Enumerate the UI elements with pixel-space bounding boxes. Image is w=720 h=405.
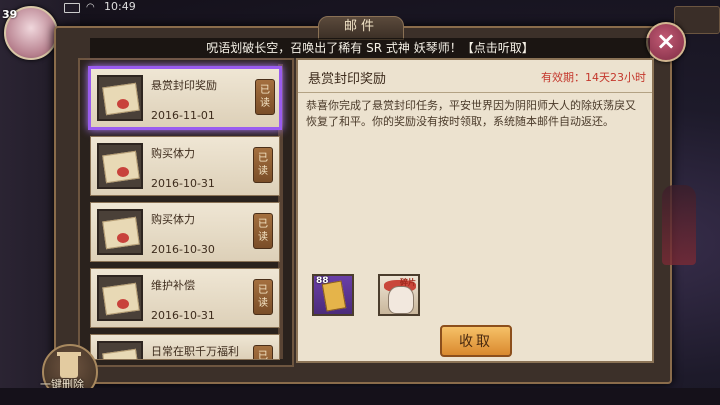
- trash-icon: [60, 356, 78, 378]
- mail-item[interactable]: 日常在职千万福利 已读: [90, 334, 280, 360]
- status-time: 10:49: [104, 0, 136, 13]
- detail-header: 悬赏封印奖励 有效期：14天23小时: [298, 60, 652, 93]
- detail-body: 恭喜你完成了悬赏封印任务，平安世界因为阴阳师大人的除妖荡戾又恢复了和平。你的奖励…: [306, 99, 636, 128]
- mail-item-title: 购买体力: [151, 147, 195, 160]
- read-tag: 已读: [253, 213, 273, 249]
- mail-item[interactable]: 维护补偿 2016-10-31 已读: [90, 268, 280, 328]
- envelope-icon: [97, 341, 143, 359]
- read-tag: 已读: [253, 345, 273, 359]
- reward-shikigami-icon[interactable]: 碎片: [378, 274, 420, 316]
- close-icon: ×: [655, 27, 677, 55]
- battery-icon: [64, 3, 80, 13]
- mail-item-date: 2016-10-30: [151, 243, 215, 256]
- wifi-icon: ◠: [86, 2, 95, 13]
- mail-item-title: 维护补偿: [151, 279, 195, 292]
- reward-badge: 碎片: [400, 278, 416, 287]
- window-title: 邮件: [318, 16, 404, 40]
- expiry-text: 有效期：14天23小时: [541, 71, 646, 84]
- read-tag: 已读: [253, 279, 273, 315]
- mail-item-title: 日常在职千万福利: [151, 345, 239, 358]
- mail-item-title: 悬赏封印奖励: [151, 79, 217, 92]
- reward-talisman-icon[interactable]: 88: [312, 274, 354, 316]
- close-button[interactable]: ×: [646, 22, 686, 62]
- envelope-icon: [97, 75, 143, 121]
- reward-count: 88: [316, 276, 329, 286]
- mail-item[interactable]: 悬赏封印奖励 2016-11-01 已读: [88, 66, 282, 130]
- mail-item[interactable]: 购买体力 2016-10-30 已读: [90, 202, 280, 262]
- read-tag: 已读: [255, 79, 275, 115]
- shikigami-character: [662, 185, 696, 265]
- envelope-icon: [97, 275, 143, 321]
- mail-item-date: 2016-10-31: [151, 177, 215, 190]
- bottom-bar: [0, 388, 720, 405]
- mail-item[interactable]: 购买体力 2016-10-31 已读: [90, 136, 280, 196]
- mail-item-title: 购买体力: [151, 213, 195, 226]
- mail-item-date: 2016-11-01: [151, 109, 215, 122]
- envelope-icon: [97, 143, 143, 189]
- status-bar: ◠ 10:49: [0, 0, 720, 14]
- envelope-icon: [97, 209, 143, 255]
- detail-title: 悬赏封印奖励: [308, 72, 387, 87]
- collect-button[interactable]: 收取: [440, 325, 512, 357]
- announcement-banner[interactable]: 呪语划破长空，召唤出了稀有 SR 式神 妖琴师！【点击听取】: [90, 38, 650, 58]
- read-tag: 已读: [253, 147, 273, 183]
- mail-detail-panel: 悬赏封印奖励 有效期：14天23小时 恭喜你完成了悬赏封印任务，平安世界因为阴阳…: [296, 58, 654, 363]
- mail-item-date: 2016-10-31: [151, 309, 215, 322]
- player-level: 39: [2, 8, 18, 21]
